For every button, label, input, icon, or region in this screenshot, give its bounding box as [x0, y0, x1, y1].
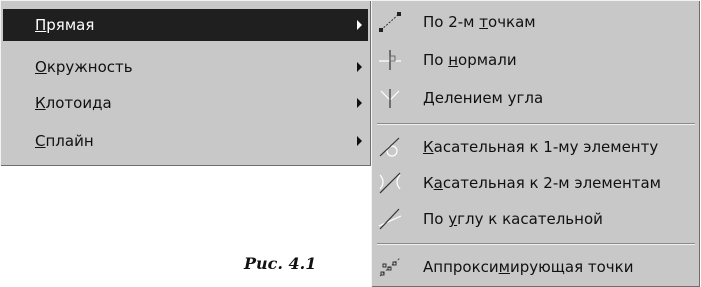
line-two-points-icon [377, 11, 403, 33]
main-menu: Прямая Окружность Клотоида Сплайн [0, 0, 371, 166]
submenu-item-label: По нормали [423, 51, 517, 69]
submenu-item-label: По 2-м точкам [423, 13, 536, 31]
figure-caption: Рис. 4.1 [244, 254, 317, 273]
tangent-two-elements-icon [377, 172, 403, 194]
submenu-item-by-normal[interactable]: По нормали [373, 44, 698, 76]
submenu-item-label: Аппроксимирующая точки [423, 258, 634, 276]
submenu-arrow-icon [357, 20, 362, 30]
submenu-item-label: Касательная к 1-му элементу [423, 138, 659, 156]
menu-item-label: Окружность [35, 58, 133, 76]
menu-item-spline[interactable]: Сплайн [3, 125, 368, 157]
menu-item-straight-line[interactable]: Прямая [3, 9, 368, 41]
submenu-item-label: Касательная к 2-м элементам [423, 174, 661, 192]
tangent-one-element-icon [377, 136, 403, 158]
menu-item-label: Прямая [35, 16, 95, 34]
submenu-item-by-two-points[interactable]: По 2-м точкам [373, 6, 698, 38]
submenu-arrow-icon [357, 98, 362, 108]
menu-separator [377, 243, 695, 245]
approximating-points-icon [377, 256, 403, 278]
submenu-item-approximating-points[interactable]: Аппроксимирующая точки [373, 251, 698, 283]
submenu-item-label: Делением угла [423, 89, 544, 107]
straight-line-submenu: По 2-м точкам По нормали Делением угла К… [371, 0, 700, 287]
normal-line-icon [377, 49, 403, 71]
angle-bisector-icon [377, 87, 403, 109]
submenu-item-by-angle-division[interactable]: Делением угла [373, 82, 698, 114]
menu-item-label: Сплайн [35, 132, 94, 150]
submenu-arrow-icon [357, 62, 362, 72]
submenu-item-tangent-two-elements[interactable]: Касательная к 2-м элементам [373, 167, 698, 199]
submenu-item-label: По углу к касательной [423, 210, 603, 228]
submenu-arrow-icon [357, 136, 362, 146]
submenu-item-angle-to-tangent[interactable]: По углу к касательной [373, 203, 698, 235]
menu-item-circle[interactable]: Окружность [3, 51, 368, 83]
menu-item-clothoid[interactable]: Клотоида [3, 87, 368, 119]
menu-item-label: Клотоида [35, 94, 112, 112]
submenu-item-tangent-one-element[interactable]: Касательная к 1-му элементу [373, 131, 698, 163]
menu-separator [377, 123, 695, 125]
angle-to-tangent-icon [377, 208, 403, 230]
